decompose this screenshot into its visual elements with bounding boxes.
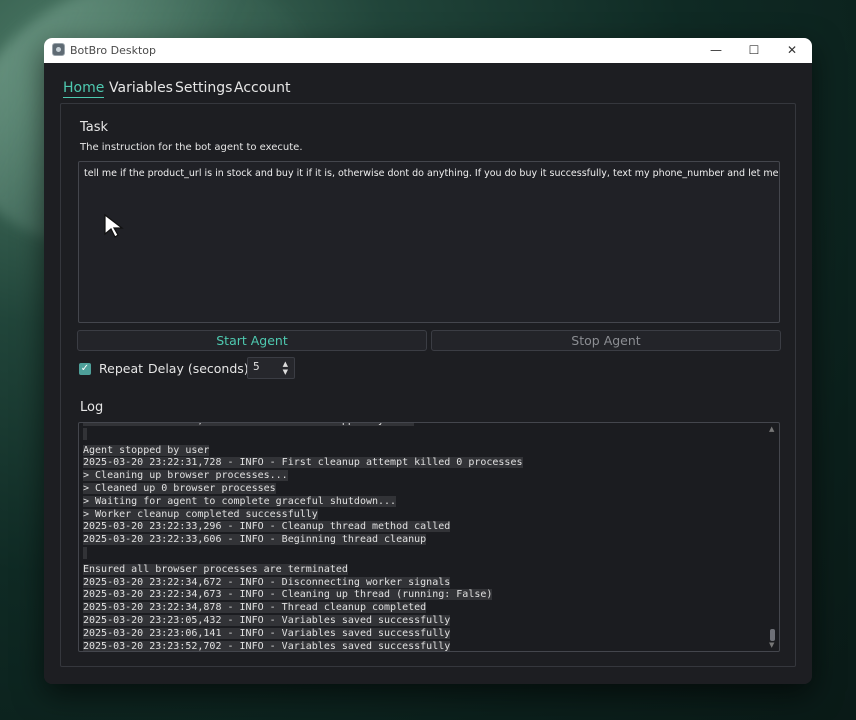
scroll-up-arrow-icon[interactable]: ▲ (769, 425, 774, 433)
log-line (83, 546, 523, 564)
log-line-text: 2025-03-20 23:22:34,672 - INFO - Disconn… (83, 576, 451, 588)
app-window: BotBro Desktop — ☐ ✕ Home Variables Sett… (44, 38, 812, 684)
log-line: 2025-03-20 23:23:52,702 - INFO - Variabl… (83, 640, 523, 652)
log-heading: Log (80, 400, 104, 415)
repeat-checkbox[interactable]: ✓ (79, 363, 91, 375)
start-agent-button[interactable]: Start Agent (77, 330, 427, 351)
task-description: The instruction for the bot agent to exe… (80, 142, 303, 153)
task-heading: Task (80, 120, 109, 135)
delay-spinbox[interactable]: 5 ▲ ▼ (247, 357, 295, 379)
home-panel: Task The instruction for the bot agent t… (60, 103, 796, 667)
log-line-text: 2025-03-20 23:22:34,878 - INFO - Thread … (83, 602, 427, 614)
log-line-text: 2025-03-20 23:23:52,702 - INFO - Variabl… (83, 640, 451, 652)
log-line-text: > Waiting for agent to complete graceful… (83, 495, 397, 507)
task-input[interactable]: tell me if the product_url is in stock a… (78, 161, 780, 323)
log-line: Ensured all browser processes are termin… (83, 563, 523, 577)
log-line-text: 2025-03-20 23:23:06,141 - INFO - Variabl… (83, 627, 451, 639)
log-line: 2025-03-20 23:22:33,296 - INFO - Cleanup… (83, 521, 523, 534)
log-line: Agent stopped by user (83, 444, 523, 458)
minimize-button[interactable]: — (706, 40, 726, 60)
log-line-text: Ensured all browser processes are termin… (83, 563, 348, 575)
tab-settings[interactable]: Settings (175, 80, 232, 96)
log-line: 2025-03-20 23:22:34,878 - INFO - Thread … (83, 602, 523, 615)
title-bar: BotBro Desktop — ☐ ✕ (44, 38, 812, 63)
log-line-text: > Cleaning up browser processes... (83, 470, 288, 482)
log-line: > Worker cleanup completed successfully (83, 508, 523, 522)
log-lines: 2025-03-20 23:22:29,599 - INFO - Worker … (83, 423, 523, 652)
close-button[interactable]: ✕ (782, 40, 802, 60)
log-line-text: 2025-03-20 23:23:05,432 - INFO - Variabl… (83, 614, 451, 626)
log-line: > Cleaned up 0 browser processes (83, 482, 523, 496)
delay-value[interactable]: 5 (253, 361, 260, 373)
log-line-text: > Cleaned up 0 browser processes (83, 482, 276, 494)
repeat-label: Repeat (99, 361, 144, 376)
mouse-pointer-icon (104, 213, 124, 238)
log-line: > Cleaning up browser processes... (83, 470, 523, 483)
delay-label: Delay (seconds) (148, 361, 249, 376)
log-line: 2025-03-20 23:23:06,141 - INFO - Variabl… (83, 627, 523, 641)
maximize-button[interactable]: ☐ (744, 40, 764, 60)
log-line: 2025-03-20 23:22:33,606 - INFO - Beginni… (83, 534, 523, 547)
log-line-text: Agent stopped by user (83, 444, 210, 456)
window-title: BotBro Desktop (70, 44, 157, 57)
scrollbar-thumb[interactable] (770, 629, 775, 641)
tab-account[interactable]: Account (234, 80, 291, 96)
log-line-text: 2025-03-20 23:22:33,296 - INFO - Cleanup… (83, 521, 451, 533)
log-line: > Waiting for agent to complete graceful… (83, 495, 523, 509)
spin-down-arrow-icon[interactable]: ▼ (283, 368, 288, 376)
log-line-text: > Worker cleanup completed successfully (83, 508, 318, 520)
log-scrollbar[interactable]: ▲ ▼ (769, 425, 777, 649)
app-robot-icon (52, 43, 65, 56)
log-line: 2025-03-20 23:22:31,728 - INFO - First c… (83, 457, 523, 470)
log-line-text: 2025-03-20 23:22:29,599 - INFO - Worker … (83, 423, 415, 426)
log-line: 2025-03-20 23:23:05,432 - INFO - Variabl… (83, 614, 523, 628)
log-line (83, 427, 523, 445)
log-line-text: 2025-03-20 23:22:34,673 - INFO - Cleanin… (83, 589, 493, 601)
log-line-text: 2025-03-20 23:22:31,728 - INFO - First c… (83, 457, 523, 469)
log-line: 2025-03-20 23:22:34,672 - INFO - Disconn… (83, 576, 523, 590)
tab-variables[interactable]: Variables (109, 80, 173, 96)
log-line-text: 2025-03-20 23:22:33,606 - INFO - Beginni… (83, 534, 427, 546)
log-line-text (83, 546, 87, 559)
log-line: 2025-03-20 23:22:34,673 - INFO - Cleanin… (83, 589, 523, 602)
main-content: Home Variables Settings Account Task The… (44, 63, 812, 684)
tab-home[interactable]: Home (63, 80, 105, 98)
scroll-down-arrow-icon[interactable]: ▼ (769, 641, 774, 649)
log-output[interactable]: 2025-03-20 23:22:29,599 - INFO - Worker … (78, 422, 780, 652)
spin-up-arrow-icon[interactable]: ▲ (283, 360, 288, 368)
stop-agent-button[interactable]: Stop Agent (431, 330, 781, 351)
log-line-text (83, 427, 87, 440)
